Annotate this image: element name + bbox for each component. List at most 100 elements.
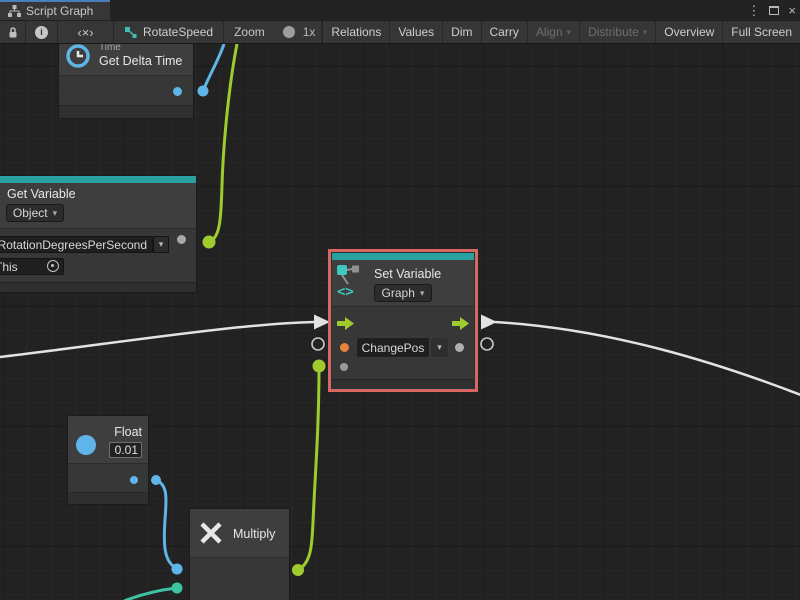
chevron-down-icon: ▾ — [159, 239, 164, 250]
variable-scope-dropdown[interactable]: Object ▾ — [6, 204, 64, 222]
wire-flow-out — [495, 322, 800, 395]
set-variable-body: ChangePos ▾ — [332, 306, 474, 379]
set-variable-footer — [332, 379, 474, 388]
get-variable-body: RotationDegreesPerSecond ▾ This — [0, 228, 196, 282]
carry-button[interactable]: Carry — [481, 21, 527, 43]
close-icon[interactable]: × — [788, 4, 796, 17]
float-header: Float 0.01 — [68, 416, 148, 463]
dim-button[interactable]: Dim — [442, 21, 480, 43]
align-label: Align — [536, 25, 563, 39]
set-variable-icon: <> — [335, 263, 361, 299]
get-variable-teal-bar — [0, 176, 196, 183]
wire-into-multiply-b-endpoint[interactable] — [172, 583, 183, 594]
distribute-label: Distribute — [588, 25, 639, 39]
node-title: Multiply — [233, 527, 275, 541]
wire-get-variable — [209, 44, 237, 242]
overview-label: Overview — [664, 25, 714, 39]
multiply-header: Multiply — [190, 509, 289, 557]
scope-label: Object — [13, 206, 48, 220]
overview-button[interactable]: Overview — [655, 21, 722, 43]
code-view-button[interactable]: ‹×› — [58, 21, 114, 43]
proxy-port-left[interactable] — [312, 338, 324, 350]
dim-label: Dim — [451, 25, 472, 39]
float-output-port[interactable] — [130, 476, 138, 484]
align-button[interactable]: Align ▾ — [527, 21, 579, 43]
variable-name-field[interactable]: RotationDegreesPerSecond — [0, 236, 153, 253]
variable-name-dropdown[interactable]: ▾ — [153, 236, 169, 253]
graph-breadcrumb[interactable]: RotateSpeed — [114, 21, 224, 43]
value-input-port[interactable] — [340, 343, 349, 352]
variable-scope-dropdown[interactable]: Graph ▾ — [374, 284, 432, 302]
maximize-icon[interactable] — [769, 6, 779, 15]
fullscreen-label: Full Screen — [731, 25, 792, 39]
flow-output-port[interactable] — [452, 317, 469, 330]
node-category: Time — [99, 44, 121, 53]
chevron-down-icon: ▾ — [567, 27, 572, 38]
wire-get-variable-endpoint[interactable] — [203, 236, 216, 249]
graph-crumb-icon — [124, 26, 137, 39]
node-title: Float — [114, 425, 142, 439]
distribute-button[interactable]: Distribute ▾ — [579, 21, 655, 43]
set-variable-teal-bar — [332, 253, 474, 260]
extra-input-port[interactable] — [340, 363, 348, 371]
node-title: Get Variable — [7, 187, 76, 201]
wire-delta-time — [203, 44, 224, 91]
graph-toolbar: i ‹×› RotateSpeed Zoom 1x Relations Valu… — [0, 20, 800, 44]
multiply-body: A A × B B — [190, 557, 289, 600]
relations-button[interactable]: Relations — [322, 21, 389, 43]
zoom-slider-handle[interactable] — [283, 26, 295, 38]
delta-time-output-port[interactable] — [173, 87, 182, 96]
node-get-variable[interactable]: Get Variable Object ▾ RotationDegreesPer… — [0, 175, 197, 293]
node-get-delta-time[interactable]: Time Get Delta Time — [58, 44, 194, 119]
lock-icon — [7, 26, 19, 39]
info-icon: i — [35, 26, 48, 39]
variable-name-port[interactable] — [177, 235, 186, 244]
window-menu-icon[interactable]: ⋮ — [747, 4, 760, 17]
wire-flow-out-arrowhead — [481, 315, 497, 330]
float-body — [68, 463, 148, 492]
variable-target-value: This — [0, 260, 18, 274]
proxy-port-right[interactable] — [481, 338, 493, 350]
value-output-port[interactable] — [455, 343, 464, 352]
get-delta-time-footer — [59, 105, 193, 118]
node-float[interactable]: Float 0.01 — [67, 415, 149, 505]
set-variable-header: <> Set Variable Graph ▾ — [332, 260, 474, 306]
node-title: Get Delta Time — [99, 54, 182, 68]
zoom-value: 1x — [303, 25, 316, 39]
node-title: Set Variable — [374, 267, 441, 281]
float-footer — [68, 492, 148, 504]
window-controls: ⋮ × — [747, 0, 796, 20]
wire-into-multiply-b — [124, 588, 176, 600]
fullscreen-button[interactable]: Full Screen — [722, 21, 800, 43]
graph-tab-icon — [8, 5, 21, 17]
tab-script-graph[interactable]: Script Graph — [0, 0, 110, 20]
wire-delta-time-endpoint[interactable] — [198, 86, 209, 97]
object-picker-icon[interactable] — [47, 260, 59, 272]
wire-multiply-result-endpoint[interactable] — [313, 360, 326, 373]
relations-label: Relations — [331, 25, 381, 39]
wire-float-endpoint[interactable] — [172, 564, 183, 575]
tab-label: Script Graph — [26, 4, 93, 18]
wire-float-start[interactable] — [151, 475, 161, 485]
values-button[interactable]: Values — [389, 21, 442, 43]
info-button[interactable]: i — [26, 21, 58, 43]
chevron-down-icon: ▾ — [53, 208, 58, 219]
carry-label: Carry — [490, 25, 519, 39]
float-value-input[interactable]: 0.01 — [109, 442, 142, 458]
graph-canvas[interactable]: Time Get Delta Time Get Variable Object … — [0, 44, 800, 600]
variable-name-combo[interactable]: ChangePos — [356, 337, 430, 358]
wire-flow-in — [0, 322, 314, 357]
float-icon — [76, 435, 96, 455]
chevron-down-icon: ▾ — [437, 342, 442, 353]
variable-name-dropdown[interactable]: ▾ — [430, 337, 449, 358]
node-multiply[interactable]: Multiply A A × B B — [189, 508, 290, 600]
wire-multiply-result-start[interactable] — [292, 564, 304, 576]
flow-input-port[interactable] — [337, 317, 354, 330]
tab-strip: Script Graph ⋮ × — [0, 0, 800, 20]
toolbar-right-group: Relations Values Dim Carry Align ▾ Distr… — [322, 21, 800, 43]
get-delta-time-header: Time Get Delta Time — [59, 44, 193, 75]
lock-button[interactable] — [0, 21, 26, 43]
wire-float-to-multiply — [156, 480, 176, 568]
node-set-variable[interactable]: <> Set Variable Graph ▾ — [331, 252, 475, 389]
chevron-down-icon: ▾ — [420, 288, 425, 299]
